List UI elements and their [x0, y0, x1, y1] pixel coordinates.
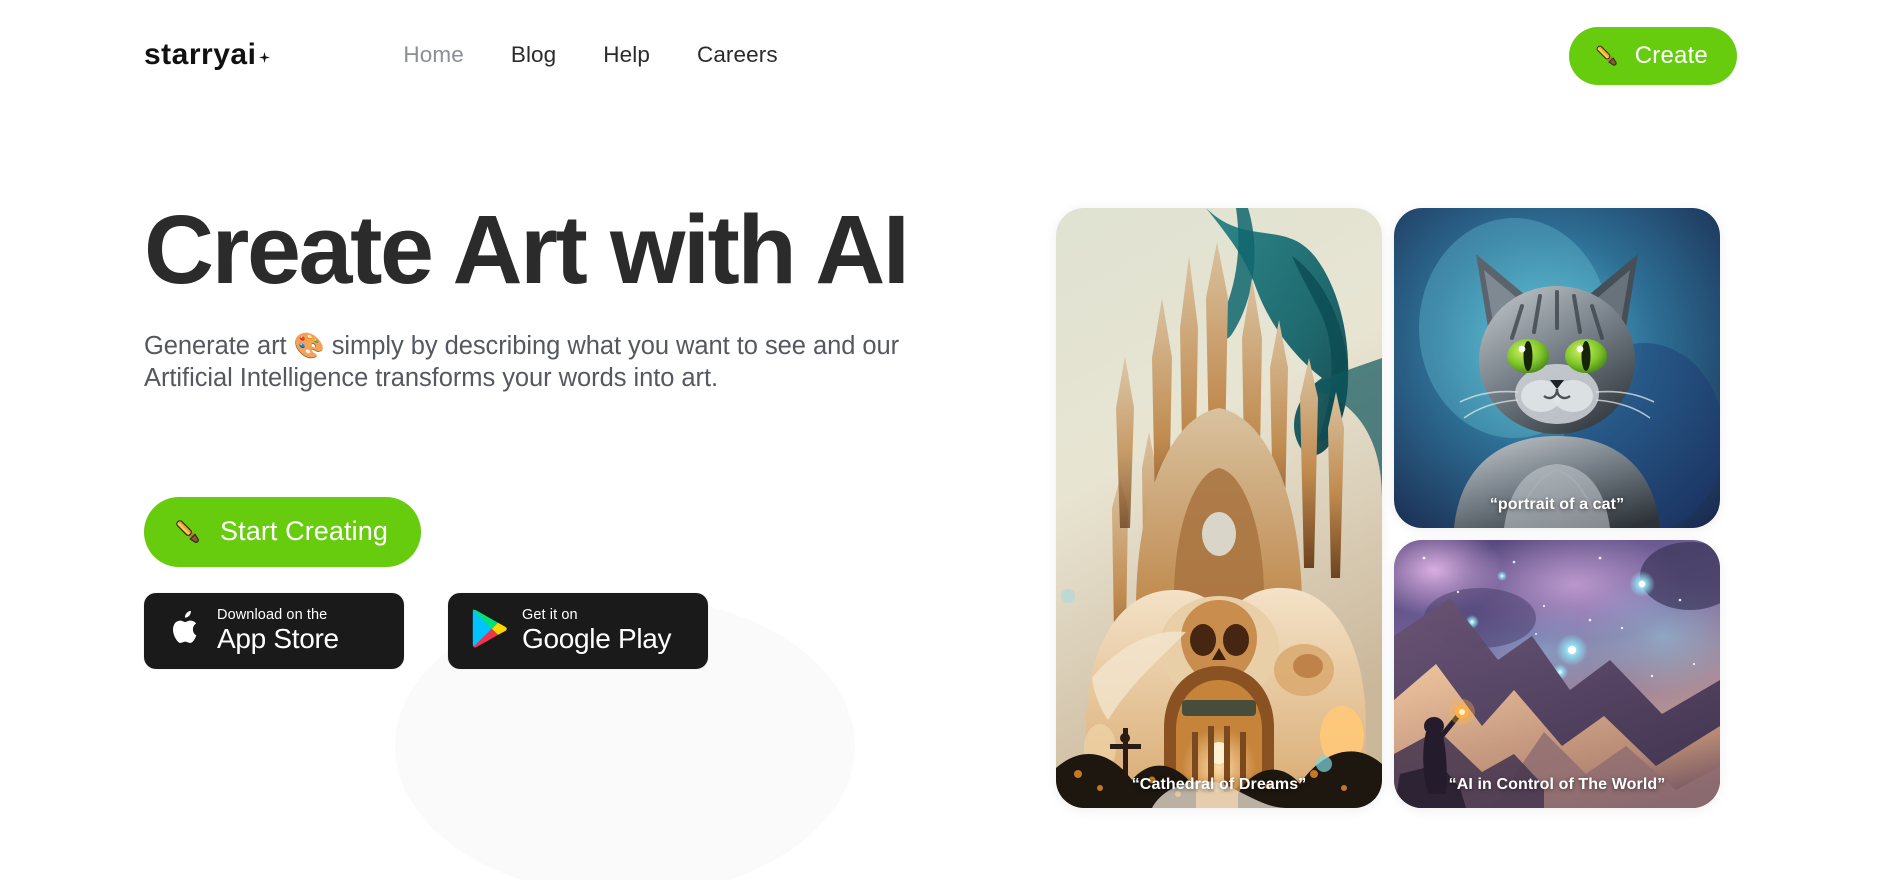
hero-subtitle: Generate art 🎨 simply by describing what…	[144, 330, 944, 395]
nav-link-home[interactable]: Home	[403, 42, 463, 68]
gallery-caption: “portrait of a cat”	[1489, 496, 1625, 513]
cat-portrait-artwork-image	[1394, 208, 1720, 528]
cathedral-artwork-image	[1056, 208, 1382, 808]
ai-world-artwork-image	[1394, 540, 1720, 808]
gallery-column-right: “portrait of a cat” “AI in Control of Th…	[1394, 208, 1720, 808]
google-play-badge[interactable]: Get it on Google Play	[448, 592, 708, 669]
google-play-badge-large-text: Google Play	[522, 622, 672, 654]
start-creating-button[interactable]: Start Creating	[144, 496, 421, 567]
gallery-card-ai-world[interactable]: “AI in Control of The World”	[1394, 540, 1720, 808]
hero-section: Create Art with AI Generate art 🎨 simply…	[144, 195, 1024, 669]
gallery-caption: “AI in Control of The World”	[1448, 776, 1666, 793]
app-store-badge-small-text: Download on the	[217, 607, 328, 624]
sparkle-icon	[259, 52, 271, 63]
site-header: starryai Home Blog Help Careers Create	[0, 0, 1878, 110]
main-nav: Home Blog Help Careers	[403, 42, 777, 68]
app-store-badge-large-text: App Store	[217, 622, 339, 654]
palette-emoji-icon: 🎨	[293, 331, 325, 360]
sample-art-gallery: “Cathedral of Dreams” “portrait of a cat…	[1056, 208, 1720, 808]
google-play-icon	[469, 607, 507, 654]
app-store-badge[interactable]: Download on the App Store	[144, 592, 404, 669]
nav-link-help[interactable]: Help	[603, 42, 650, 68]
store-badges: Download on the App Store Get it on Goog…	[144, 592, 1024, 669]
paintbrush-icon	[171, 515, 205, 549]
gallery-column-left: “Cathedral of Dreams”	[1056, 208, 1382, 808]
brand-logo-text: starryai	[144, 38, 257, 71]
create-button[interactable]: Create	[1568, 27, 1737, 85]
start-creating-label: Start Creating	[220, 516, 388, 546]
gallery-card-cat[interactable]: “portrait of a cat”	[1394, 208, 1720, 528]
create-button-label: Create	[1634, 42, 1708, 69]
gallery-caption: “Cathedral of Dreams”	[1131, 776, 1307, 793]
nav-link-blog[interactable]: Blog	[511, 42, 556, 68]
apple-logo-icon	[168, 608, 202, 653]
hero-subtitle-part1: Generate art	[144, 331, 294, 360]
brand-logo[interactable]: starryai	[144, 38, 271, 72]
page-title: Create Art with AI	[144, 195, 910, 304]
paintbrush-icon	[1592, 41, 1622, 71]
nav-link-careers[interactable]: Careers	[697, 42, 778, 68]
google-play-badge-small-text: Get it on	[522, 607, 578, 624]
gallery-card-cathedral[interactable]: “Cathedral of Dreams”	[1056, 208, 1382, 808]
